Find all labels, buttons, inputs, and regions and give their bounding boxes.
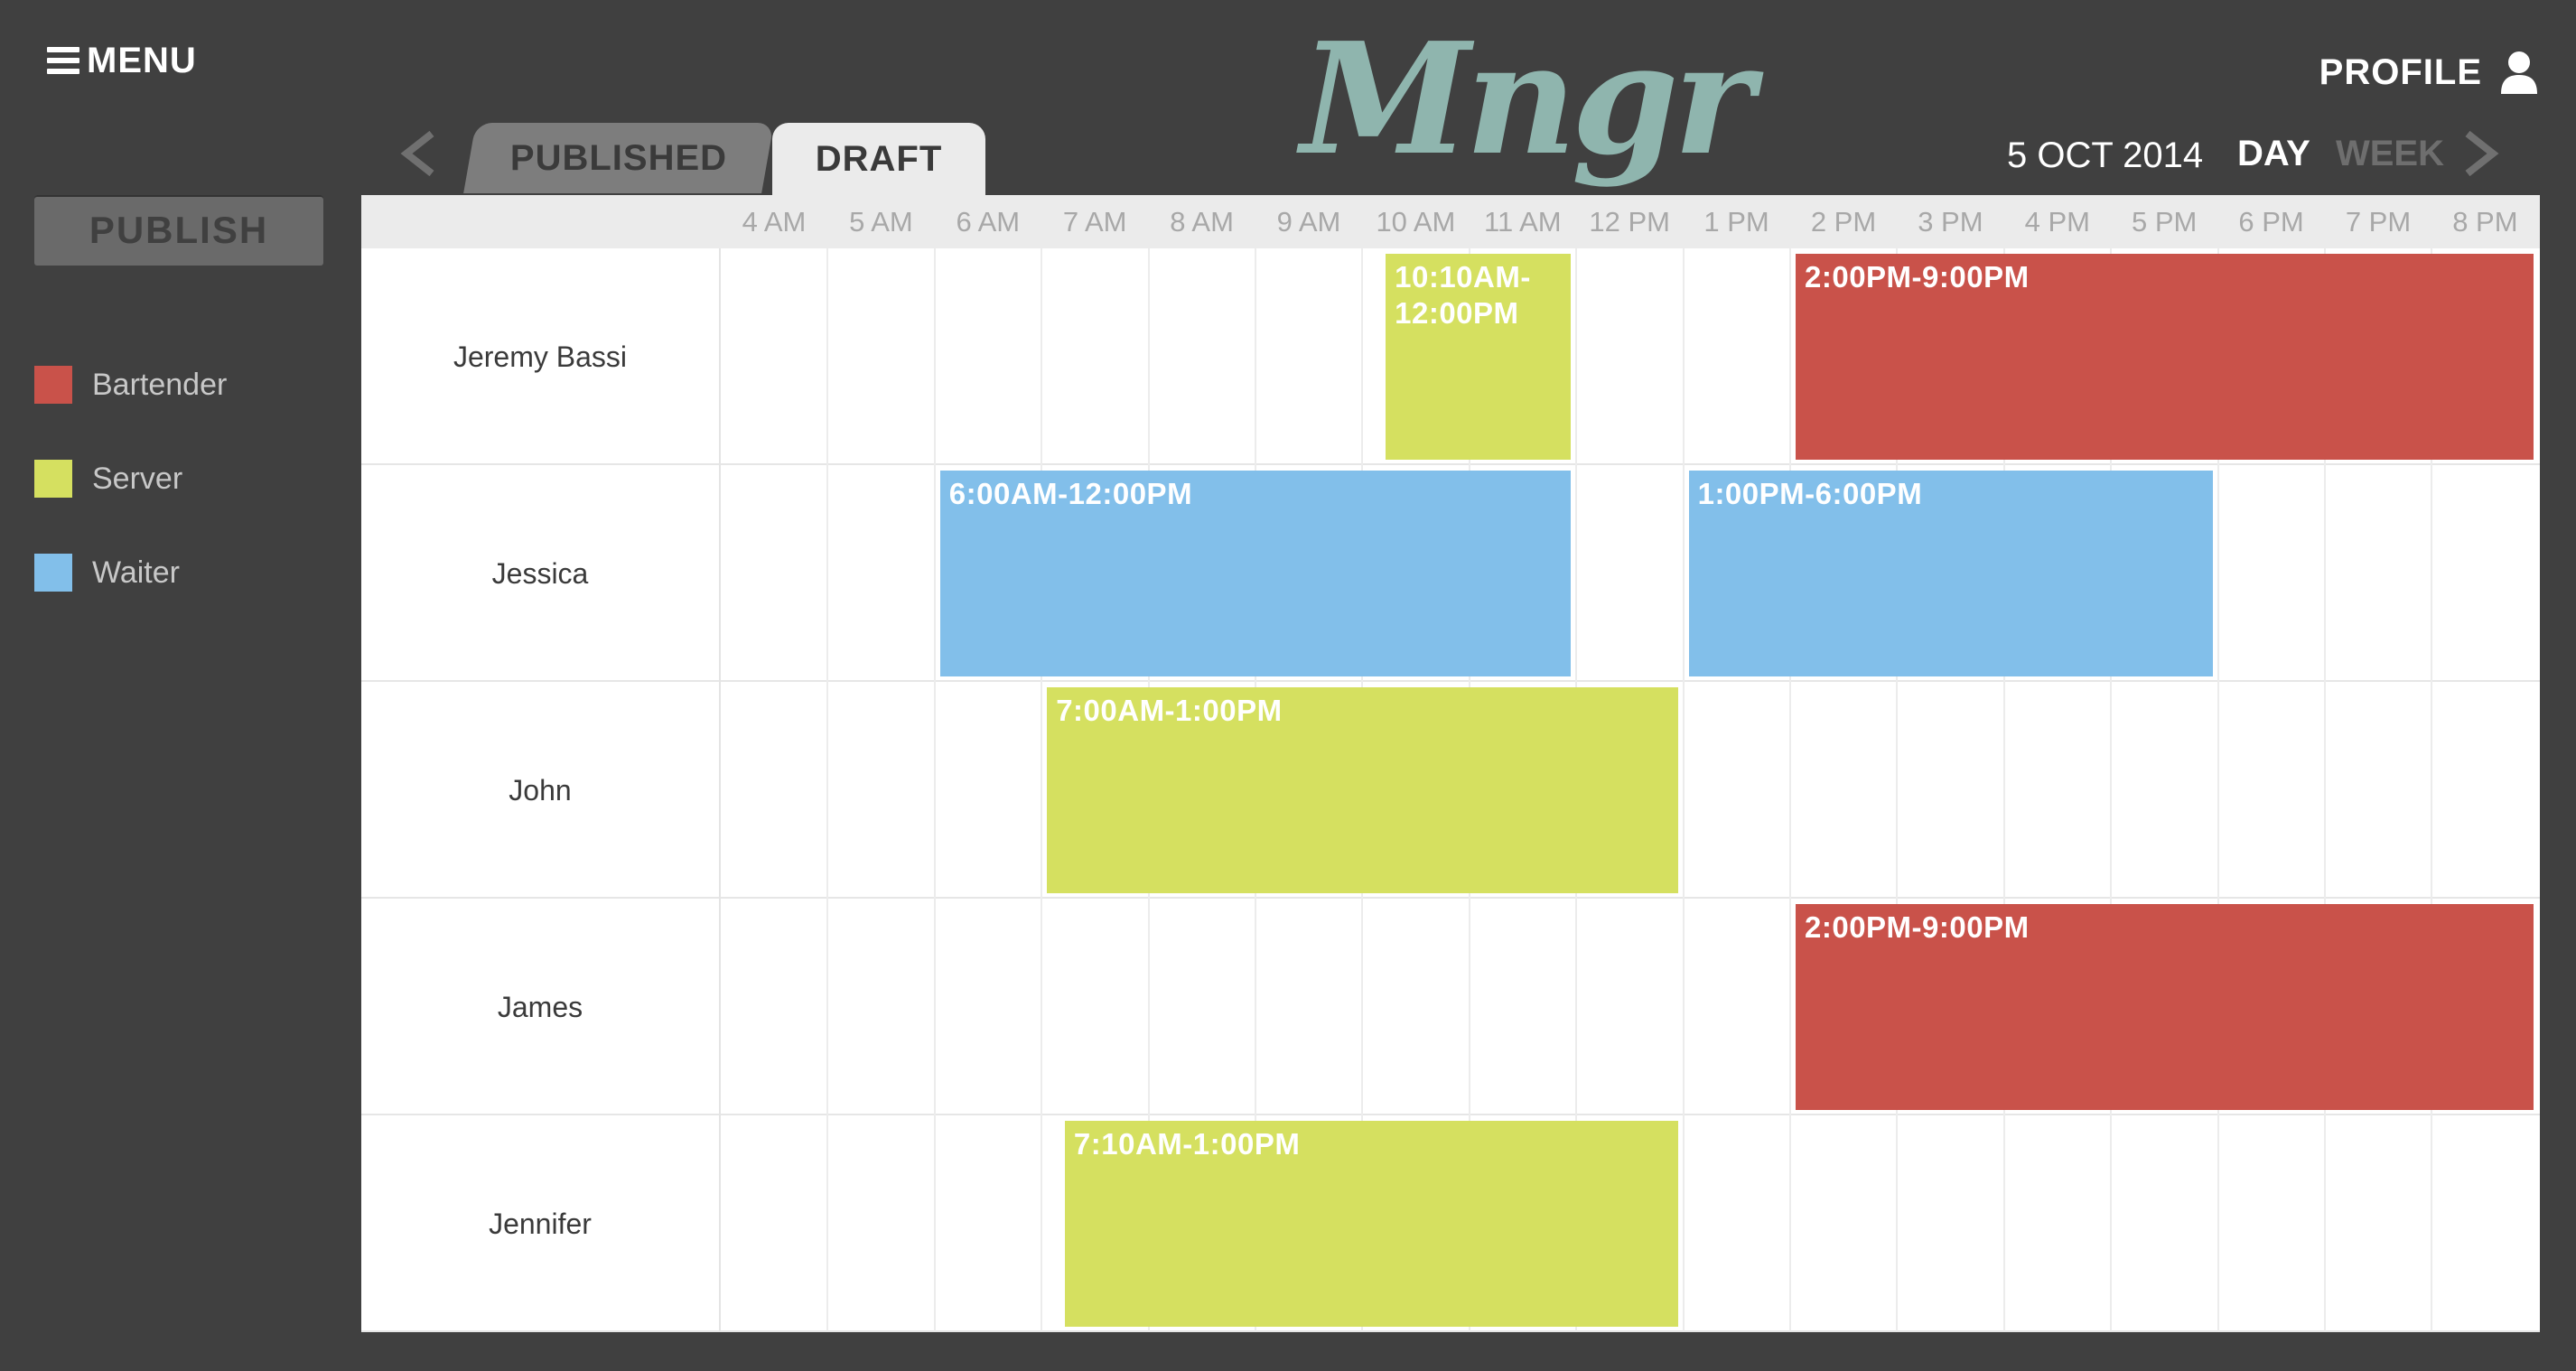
chevron-right-icon	[2465, 130, 2499, 177]
shift-block-waiter[interactable]: 1:00PM-6:00PM	[1688, 471, 2213, 676]
hour-label: 9 AM	[1276, 206, 1341, 238]
legend-item-waiter: Waiter	[34, 554, 227, 592]
role-legend: Bartender Server Waiter	[34, 366, 227, 648]
profile-label: PROFILE	[2319, 51, 2482, 92]
hour-label: 12 PM	[1589, 206, 1670, 238]
hour-label: 8 PM	[2452, 206, 2518, 238]
menu-button[interactable]: MENU	[47, 38, 197, 83]
previous-day-button[interactable]	[397, 128, 441, 179]
tab-published[interactable]: PUBLISHED	[463, 123, 774, 193]
hour-label: 5 AM	[849, 206, 913, 238]
shift-block-server[interactable]: 10:10AM-​12:00PM	[1386, 254, 1572, 460]
hamburger-icon	[47, 47, 79, 74]
employee-name: Jessica	[361, 465, 721, 682]
hour-label: 4 PM	[2024, 206, 2090, 238]
hour-label: 6 PM	[2238, 206, 2304, 238]
employee-name: Jeremy Bassi	[361, 248, 721, 465]
hour-label: 6 AM	[956, 206, 1021, 238]
hour-label: 11 AM	[1484, 206, 1562, 238]
tab-draft[interactable]: DRAFT	[772, 123, 985, 195]
legend-swatch	[34, 554, 72, 592]
legend-item-server: Server	[34, 460, 227, 498]
tab-published-label: PUBLISHED	[509, 137, 728, 178]
app-logo: Mngr	[1301, 9, 1754, 190]
legend-swatch	[34, 460, 72, 498]
shift-block-waiter[interactable]: 6:00AM-12:00PM	[939, 471, 1572, 676]
hour-label: 3 PM	[1918, 206, 1983, 238]
hour-label: 7 AM	[1062, 206, 1127, 238]
shift-block-server[interactable]: 7:00AM-1:00PM	[1047, 687, 1678, 893]
user-icon	[2501, 51, 2537, 94]
legend-item-bartender: Bartender	[34, 366, 227, 404]
hour-label: 8 AM	[1170, 206, 1234, 238]
hour-label: 5 PM	[2132, 206, 2198, 238]
legend-label: Waiter	[92, 555, 180, 590]
shift-block-bartender[interactable]: 2:00PM-9:00PM	[1796, 904, 2534, 1110]
hour-label: 7 PM	[2345, 206, 2412, 238]
grid-line	[933, 248, 936, 1331]
grid-line	[1041, 248, 1043, 1331]
grid-line	[1682, 248, 1685, 1331]
view-week-button[interactable]: WEEK	[2336, 130, 2444, 177]
shift-block-server[interactable]: 7:10AM-1:00PM	[1064, 1121, 1678, 1327]
schedule-grid: 4 AM 5 AM 6 AM 7 AM 8 AM 9 AM 10 AM 11 AM 12 PM 1…	[361, 195, 2540, 1332]
hour-label: 1 PM	[1703, 206, 1769, 238]
menu-label: MENU	[87, 40, 197, 80]
grid-line	[826, 248, 829, 1331]
publish-button[interactable]: PUBLISH	[34, 195, 323, 266]
profile-button[interactable]: PROFILE	[2319, 45, 2538, 99]
shift-block-bartender[interactable]: 2:00PM-9:00PM	[1796, 254, 2534, 460]
current-date: 5 OCT 2014	[2007, 135, 2204, 175]
grid-line	[1789, 248, 1791, 1331]
view-day-button[interactable]: DAY	[2237, 130, 2310, 177]
legend-swatch	[34, 366, 72, 404]
legend-label: Server	[92, 461, 183, 496]
legend-label: Bartender	[92, 367, 228, 402]
hour-label: 10 AM	[1376, 206, 1456, 238]
employee-name: Jennifer	[361, 1115, 721, 1332]
hour-label: 4 AM	[742, 206, 807, 238]
chevron-left-icon	[400, 130, 434, 177]
hour-header: 4 AM 5 AM 6 AM 7 AM 8 AM 9 AM 10 AM 11 AM 12 PM 1…	[361, 195, 2540, 248]
hour-label: 2 PM	[1810, 206, 1877, 238]
employee-name: John	[361, 682, 721, 899]
employee-name: James	[361, 899, 721, 1115]
next-day-button[interactable]	[2459, 128, 2502, 179]
